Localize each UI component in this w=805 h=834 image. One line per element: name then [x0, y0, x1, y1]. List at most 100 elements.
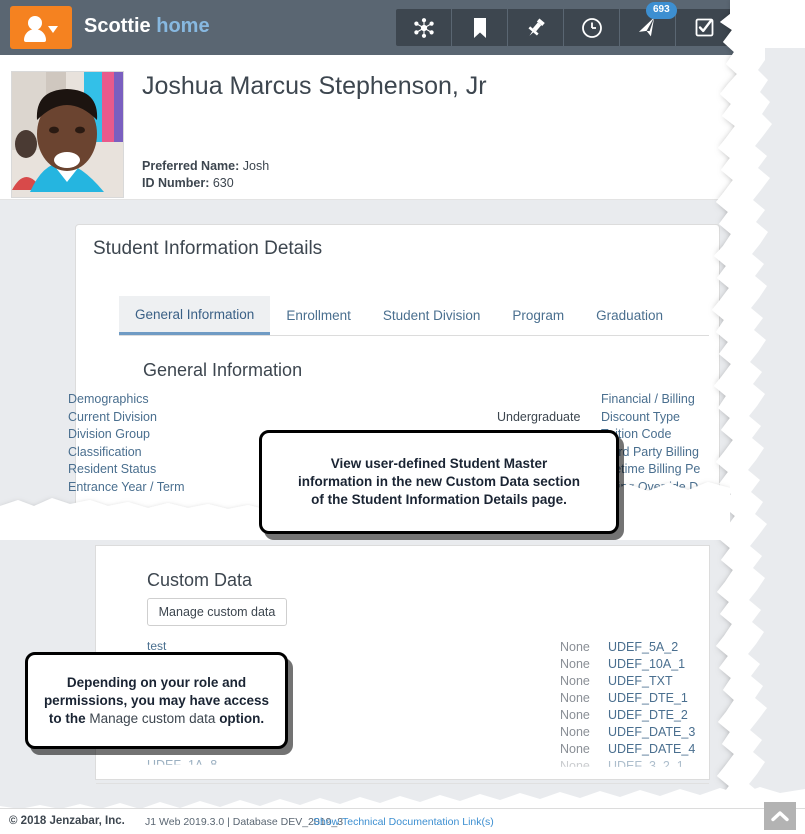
caret-down-icon: [48, 26, 58, 33]
tab-label: Program: [512, 308, 564, 323]
row-field: UDEF_DTE_2: [608, 707, 688, 724]
user-menu-button[interactable]: [10, 6, 72, 49]
scroll-to-top-button[interactable]: [764, 802, 796, 830]
person-icon: [24, 15, 46, 41]
row-value: None: [560, 741, 608, 758]
page-footer: © 2018 Jenzabar, Inc. J1 Web 2019.3.0 | …: [0, 808, 805, 834]
page-root: Scottie home: [0, 0, 805, 834]
custom-data-left-entry: test: [147, 639, 166, 653]
current-division-value: Undergraduate: [497, 410, 580, 424]
details-tab-bar: General Information Enrollment Student D…: [119, 296, 709, 336]
row-field: UDEF_3_2_1: [608, 758, 684, 775]
row-field: UDEF_5A_2: [608, 639, 678, 656]
row-value: None: [560, 690, 608, 707]
tab-program[interactable]: Program: [496, 296, 580, 335]
row-value: None: [560, 656, 608, 673]
row-field: UDEF_DTE_1: [608, 690, 688, 707]
avatar: [11, 71, 124, 198]
clock-icon: [581, 17, 603, 39]
chevron-up-icon: [771, 810, 789, 822]
field-label: Entrance Year / Term: [68, 479, 185, 497]
tab-label: Student Division: [383, 308, 481, 323]
page-title: Joshua Marcus Stephenson, Jr: [142, 72, 487, 101]
footer-documentation-link[interactable]: Show Technical Documentation Link(s): [313, 816, 494, 828]
custom-data-heading: Custom Data: [147, 570, 252, 591]
network-nodes-icon: [413, 17, 435, 39]
tab-enrollment[interactable]: Enrollment: [270, 296, 367, 335]
callout-permissions-info: Depending on your role and permissions, …: [25, 652, 288, 749]
callout-part-2: Manage custom data: [89, 711, 215, 726]
tool-clock[interactable]: [564, 9, 620, 46]
table-row: None UDEF_10A_1: [560, 656, 695, 673]
custom-data-divider: [96, 783, 709, 784]
row-field: UDEF_10A_1: [608, 656, 685, 673]
tool-network-nodes[interactable]: [396, 9, 452, 46]
id-number-label: ID Number:: [142, 176, 209, 190]
callout-line-1: View user-defined Student Master: [331, 456, 548, 471]
table-row: None UDEF_3_2_1: [560, 758, 695, 775]
field-label: Demographics: [68, 391, 185, 409]
tab-graduation[interactable]: Graduation: [580, 296, 679, 335]
brand-suffix: home: [156, 15, 209, 37]
tab-general-information[interactable]: General Information: [119, 296, 270, 335]
tab-label: General Information: [135, 307, 254, 322]
student-photo: [12, 72, 123, 197]
search-button[interactable]: [757, 9, 798, 46]
row-field: UDEF_DATE_3: [608, 724, 695, 741]
pin-icon: [525, 17, 547, 39]
row-value: None: [560, 707, 608, 724]
row-value: None: [560, 758, 608, 775]
tool-tasks[interactable]: [676, 9, 732, 46]
manage-custom-data-button[interactable]: Manage custom data: [147, 598, 287, 626]
manage-custom-data-label: Manage custom data: [159, 605, 276, 619]
table-row: None UDEF_DTE_1: [560, 690, 695, 707]
id-number-value: 630: [213, 176, 234, 190]
table-row: None UDEF_DATE_3: [560, 724, 695, 741]
table-row: None UDEF_DATE_4: [560, 741, 695, 758]
callout-custom-data-info: View user-defined Student Master informa…: [259, 430, 619, 534]
checkbox-check-icon: [694, 17, 715, 38]
callout-line-3: of the Student Information Details page.: [311, 492, 567, 507]
field-label: Division Group: [68, 426, 185, 444]
tool-pin[interactable]: [508, 9, 564, 46]
message-count-badge: 693: [646, 2, 677, 19]
row-field: UDEF_DATE_4: [608, 741, 695, 758]
table-row: None UDEF_DTE_2: [560, 707, 695, 724]
preferred-name-label: Preferred Name:: [142, 159, 239, 173]
field-label: Classification: [68, 444, 185, 462]
field-label: Current Division: [68, 409, 185, 427]
header-toolbar: 693: [396, 9, 732, 46]
row-value: None: [560, 724, 608, 741]
profile-band: Joshua Marcus Stephenson, Jr Preferred N…: [0, 55, 805, 200]
tab-student-division[interactable]: Student Division: [367, 296, 497, 335]
table-row: None UDEF_5A_2: [560, 639, 695, 656]
footer-copyright: © 2018 Jenzabar, Inc.: [9, 815, 125, 827]
tool-messages[interactable]: 693: [620, 9, 676, 46]
callout-part-3: option.: [219, 711, 264, 726]
card-title: Student Information Details: [93, 238, 322, 260]
section-heading: General Information: [143, 360, 302, 381]
tab-label: Enrollment: [286, 308, 351, 323]
tool-bookmark[interactable]: [452, 9, 508, 46]
general-info-left-fields: Demographics Current Division Division G…: [68, 391, 185, 496]
callout-line-2: information in the new Custom Data secti…: [298, 474, 580, 489]
id-number-row: ID Number: 630: [142, 176, 234, 190]
row-field: UDEF_TXT: [608, 673, 673, 690]
custom-data-row-list: None UDEF_5A_2 None UDEF_10A_1 None UDEF…: [560, 639, 695, 775]
field-label: Resident Status: [68, 461, 185, 479]
search-icon: [768, 18, 787, 37]
field-label: Financial / Billing: [601, 391, 700, 409]
brand-title: Scottie home: [84, 15, 210, 38]
tab-label: Graduation: [596, 308, 663, 323]
row-value: None: [560, 673, 608, 690]
preferred-name-value: Josh: [243, 159, 269, 173]
preferred-name-row: Preferred Name: Josh: [142, 159, 269, 173]
top-header-bar: Scottie home: [0, 0, 805, 55]
callout-text: Depending on your role and permissions, …: [28, 674, 285, 728]
callout-text: View user-defined Student Master informa…: [286, 455, 592, 509]
paper-plane-icon: [636, 16, 659, 39]
brand-name: Scottie: [84, 15, 151, 37]
field-label: Discount Type: [601, 409, 700, 427]
table-row: None UDEF_TXT: [560, 673, 695, 690]
bookmark-icon: [471, 17, 489, 39]
